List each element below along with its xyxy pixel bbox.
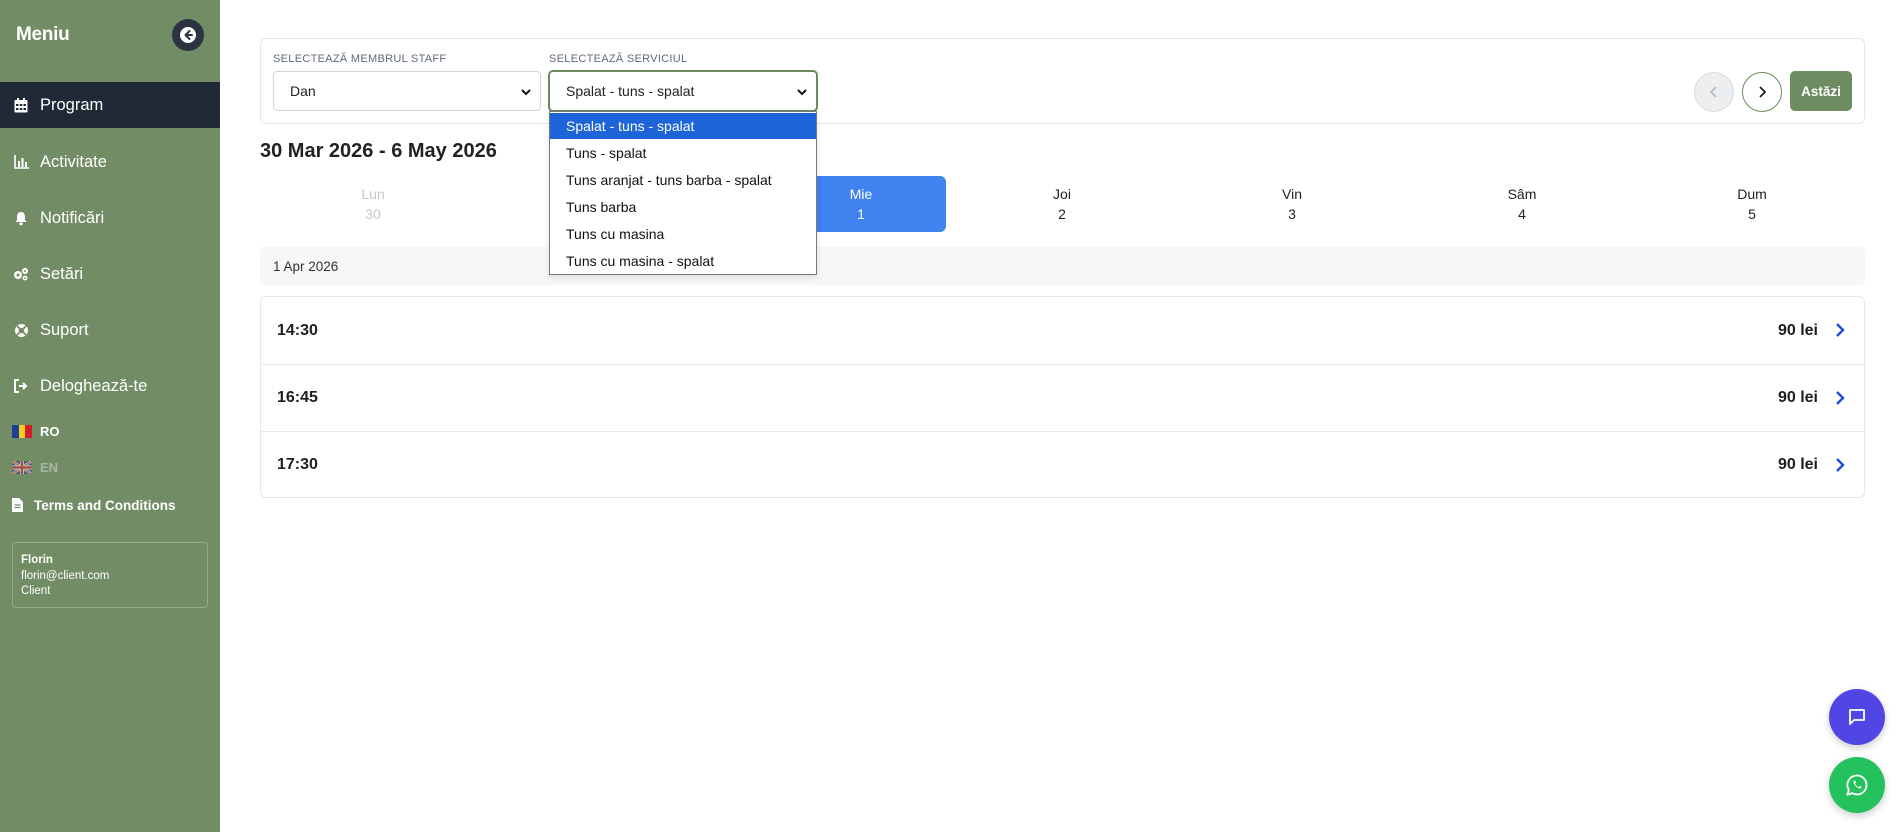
terms-label: Terms and Conditions bbox=[34, 497, 176, 513]
day-name: Lun bbox=[361, 186, 385, 202]
today-button[interactable]: Astăzi bbox=[1790, 71, 1852, 111]
chevron-right-icon bbox=[1836, 323, 1845, 337]
slot-time: 16:45 bbox=[277, 389, 318, 406]
day-number: 30 bbox=[365, 206, 381, 222]
sidebar-item-activitate[interactable]: Activitate bbox=[0, 139, 220, 185]
user-name: Florin bbox=[21, 554, 53, 566]
day-vin[interactable]: Vin 3 bbox=[1236, 176, 1348, 232]
chat-button[interactable] bbox=[1829, 689, 1885, 745]
romania-flag-icon bbox=[12, 424, 32, 438]
gears-icon bbox=[13, 266, 29, 282]
sidebar: Meniu Program Activitate Notificări Setă… bbox=[0, 0, 220, 832]
sidebar-item-delogheaza[interactable]: Deloghează-te bbox=[0, 363, 220, 409]
bar-chart-icon bbox=[13, 154, 29, 170]
sidebar-item-setari[interactable]: Setări bbox=[0, 251, 220, 297]
service-option[interactable]: Tuns barba bbox=[550, 194, 816, 220]
lifebuoy-icon bbox=[13, 322, 29, 338]
service-select-label: Selectează serviciul bbox=[549, 53, 688, 65]
chevron-right-icon bbox=[1836, 391, 1845, 405]
sidebar-item-notificari[interactable]: Notificări bbox=[0, 195, 220, 241]
staff-select[interactable]: Dan bbox=[273, 71, 541, 111]
slot-price: 90 lei bbox=[1777, 456, 1818, 473]
chevron-down-icon bbox=[797, 89, 807, 96]
chevron-down-icon bbox=[521, 89, 531, 96]
user-card: Florin florin@client.com Client bbox=[12, 542, 208, 608]
day-name: Dum bbox=[1737, 186, 1767, 202]
sidebar-title: Meniu bbox=[16, 24, 70, 45]
selected-date: 1 Apr 2026 bbox=[273, 258, 339, 274]
service-option[interactable]: Tuns - spalat bbox=[550, 140, 816, 166]
day-dum[interactable]: Dum 5 bbox=[1696, 176, 1808, 232]
service-select-value: Spalat - tuns - spalat bbox=[566, 83, 695, 99]
user-role: Client bbox=[21, 585, 51, 597]
whatsapp-button[interactable] bbox=[1829, 757, 1885, 813]
document-icon bbox=[12, 498, 24, 512]
day-joi[interactable]: Joi 2 bbox=[1006, 176, 1118, 232]
chat-bubble-icon bbox=[1849, 709, 1865, 725]
slot-time: 17:30 bbox=[277, 456, 318, 473]
uk-flag-icon bbox=[12, 460, 32, 474]
sidebar-item-label: Program bbox=[40, 95, 104, 114]
day-number: 3 bbox=[1288, 206, 1296, 222]
service-select[interactable]: Spalat - tuns - spalat bbox=[549, 71, 817, 111]
time-slot[interactable]: 17:30 90 lei bbox=[261, 431, 1864, 498]
language-code: EN bbox=[40, 459, 59, 475]
language-code: RO bbox=[40, 423, 60, 439]
calendar-icon bbox=[13, 97, 29, 113]
terms-link[interactable]: Terms and Conditions bbox=[12, 496, 176, 514]
selected-date-bar: 1 Apr 2026 bbox=[260, 247, 1865, 285]
user-email: florin@client.com bbox=[21, 569, 110, 582]
service-option[interactable]: Tuns cu masina - spalat bbox=[550, 248, 816, 274]
day-lun: Lun 30 bbox=[317, 176, 429, 232]
chevron-left-icon bbox=[1709, 86, 1717, 98]
day-sam[interactable]: Sâm 4 bbox=[1466, 176, 1578, 232]
day-name: Mie bbox=[849, 186, 873, 202]
sidebar-item-program[interactable]: Program bbox=[0, 82, 220, 128]
day-number: 5 bbox=[1748, 206, 1756, 222]
slot-price: 90 lei bbox=[1777, 389, 1818, 406]
previous-week-button[interactable] bbox=[1694, 72, 1734, 112]
day-number: 4 bbox=[1518, 206, 1526, 222]
sign-out-icon bbox=[13, 378, 29, 394]
time-slot-list: 14:30 90 lei 16:45 90 lei 17:30 90 lei bbox=[260, 296, 1865, 498]
slot-time: 14:30 bbox=[277, 321, 318, 339]
chevron-right-icon bbox=[1759, 86, 1767, 98]
arrow-left-circle-icon bbox=[180, 27, 196, 43]
language-ro[interactable]: RO bbox=[12, 421, 60, 441]
time-slot[interactable]: 16:45 90 lei bbox=[261, 364, 1864, 431]
service-option[interactable]: Tuns aranjat - tuns barba - spalat bbox=[550, 167, 816, 193]
collapse-sidebar-button[interactable] bbox=[172, 19, 204, 51]
service-dropdown: Spalat - tuns - spalat Tuns - spalat Tun… bbox=[549, 111, 817, 275]
service-option[interactable]: Spalat - tuns - spalat bbox=[550, 113, 816, 139]
staff-select-label: Selectează membrul staff bbox=[273, 53, 447, 65]
chevron-right-icon bbox=[1836, 458, 1845, 472]
whatsapp-icon bbox=[1846, 774, 1868, 796]
day-name: Joi bbox=[1053, 186, 1071, 202]
date-range-title: 30 Mar 2026 - 6 May 2026 bbox=[260, 140, 497, 162]
slot-price: 90 lei bbox=[1777, 321, 1818, 339]
time-slot[interactable]: 14:30 90 lei bbox=[261, 297, 1864, 364]
sidebar-item-suport[interactable]: Suport bbox=[0, 307, 220, 353]
bell-icon bbox=[13, 210, 29, 226]
language-en[interactable]: EN bbox=[12, 457, 58, 477]
sidebar-item-label: Suport bbox=[40, 320, 89, 339]
sidebar-item-label: Setări bbox=[40, 264, 84, 283]
sidebar-item-label: Deloghează-te bbox=[40, 376, 148, 395]
staff-select-value: Dan bbox=[290, 83, 316, 99]
sidebar-item-label: Activitate bbox=[40, 152, 107, 171]
service-option[interactable]: Tuns cu masina bbox=[550, 221, 816, 247]
sidebar-item-label: Notificări bbox=[40, 208, 105, 227]
day-number: 2 bbox=[1058, 206, 1066, 222]
day-name: Vin bbox=[1282, 186, 1302, 202]
day-name: Sâm bbox=[1507, 186, 1537, 202]
sidebar-header: Meniu bbox=[0, 0, 220, 68]
next-week-button[interactable] bbox=[1742, 72, 1782, 112]
